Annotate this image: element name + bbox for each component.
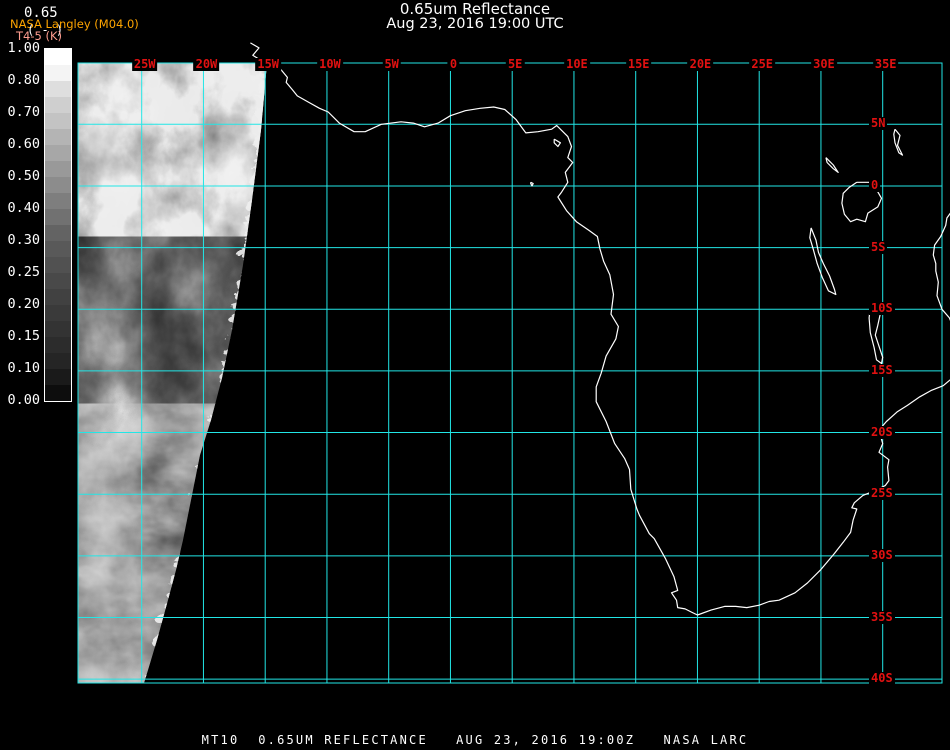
colorbar-segment: [45, 209, 71, 225]
colorbar-tick-label: 0.50: [7, 168, 40, 184]
lat-label-40S: 40S: [869, 671, 895, 686]
lat-label-5N: 5N: [869, 116, 888, 131]
colorbar-segment: [45, 273, 71, 289]
colorbar-segment: [45, 81, 71, 97]
colorbar-segment: [45, 305, 71, 321]
colorbar-tick-label: 0.70: [7, 104, 40, 120]
colorbar-tick-label: 0.10: [7, 360, 40, 376]
lon-label-15E: 15E: [625, 57, 652, 71]
colorbar-tick-label: 0.20: [7, 296, 40, 312]
colorbar-tick-label: 0.15: [7, 328, 40, 344]
lat-label-20S: 20S: [869, 424, 895, 439]
lon-label-25W: 25W: [131, 57, 158, 71]
colorbar-tick-label: 0.40: [7, 200, 40, 216]
colorbar-segment: [45, 225, 71, 241]
satellite-quicklook-page: 0.65um Reflectance Aug 23, 2016 19:00 UT…: [0, 0, 950, 750]
lon-label-25E: 25E: [749, 57, 776, 71]
colorbar-segment: [45, 129, 71, 145]
colorbar-segment: [45, 161, 71, 177]
lon-label-0: 0: [447, 57, 460, 71]
lon-label-5E: 5E: [505, 57, 525, 71]
lat-label-25S: 25S: [869, 486, 895, 501]
colorbar-tick-label: 0.80: [7, 72, 40, 88]
page-title: 0.65um Reflectance: [399, 0, 551, 18]
coastline-path: [530, 181, 534, 187]
lon-label-35E: 35E: [872, 57, 899, 71]
coastline-path: [553, 138, 561, 148]
colorbar-segment: [45, 337, 71, 353]
colorbar-segment: [45, 385, 71, 401]
coastline-path: [893, 128, 904, 156]
lon-label-10E: 10E: [564, 57, 590, 71]
colorbar-segment: [45, 177, 71, 193]
lat-label-30S: 30S: [869, 547, 895, 562]
lon-label-20W: 20W: [193, 57, 220, 71]
coastline-path: [825, 157, 839, 173]
colorbar-segment: [45, 289, 71, 305]
colorbar-segment: [45, 113, 71, 129]
colorbar-segment: [45, 321, 71, 337]
map-canvas: [77, 42, 950, 684]
colorbar-tick-label: 1.00: [7, 40, 40, 56]
colorbar-tick-label: 0.30: [7, 232, 40, 248]
coastlines: [250, 42, 950, 616]
lat-label-15S: 15S: [869, 362, 895, 377]
colorbar-segment: [45, 145, 71, 161]
colorbar-tick-label: 0.60: [7, 136, 40, 152]
colorbar-tick-label: 0.25: [7, 264, 40, 280]
colorbar-segment: [45, 369, 71, 385]
colorbar-segment: [45, 49, 71, 65]
lon-label-20E: 20E: [687, 57, 714, 71]
colorbar-segment: [45, 193, 71, 209]
lat-label-10S: 10S: [869, 301, 895, 316]
colorbar-segment: [45, 353, 71, 369]
lat-label-0: 0: [869, 177, 881, 192]
colorbar-tick-label: 0.00: [7, 392, 40, 408]
lat-label-35S: 35S: [869, 609, 895, 624]
lon-label-15W: 15W: [255, 57, 282, 71]
footer-caption: MT10 0.65UM REFLECTANCE AUG 23, 2016 19:…: [201, 733, 749, 747]
coastline-path: [250, 42, 950, 616]
colorbar-segment: [45, 241, 71, 257]
colorbar-segment: [45, 257, 71, 273]
coastline-path: [809, 227, 837, 296]
lon-label-10W: 10W: [317, 57, 343, 71]
lat-label-5S: 5S: [869, 239, 888, 254]
reflectance-colorbar: [44, 48, 72, 402]
satellite-swath-imagery: [78, 63, 267, 683]
lon-label-5W: 5W: [382, 57, 401, 71]
colorbar-segment: [45, 97, 71, 113]
lon-label-30E: 30E: [811, 57, 837, 71]
title-block: 0.65um Reflectance Aug 23, 2016 19:00 UT…: [0, 2, 950, 32]
page-subtitle-timestamp: Aug 23, 2016 19:00 UTC: [386, 16, 564, 32]
colorbar-segment: [45, 65, 71, 81]
